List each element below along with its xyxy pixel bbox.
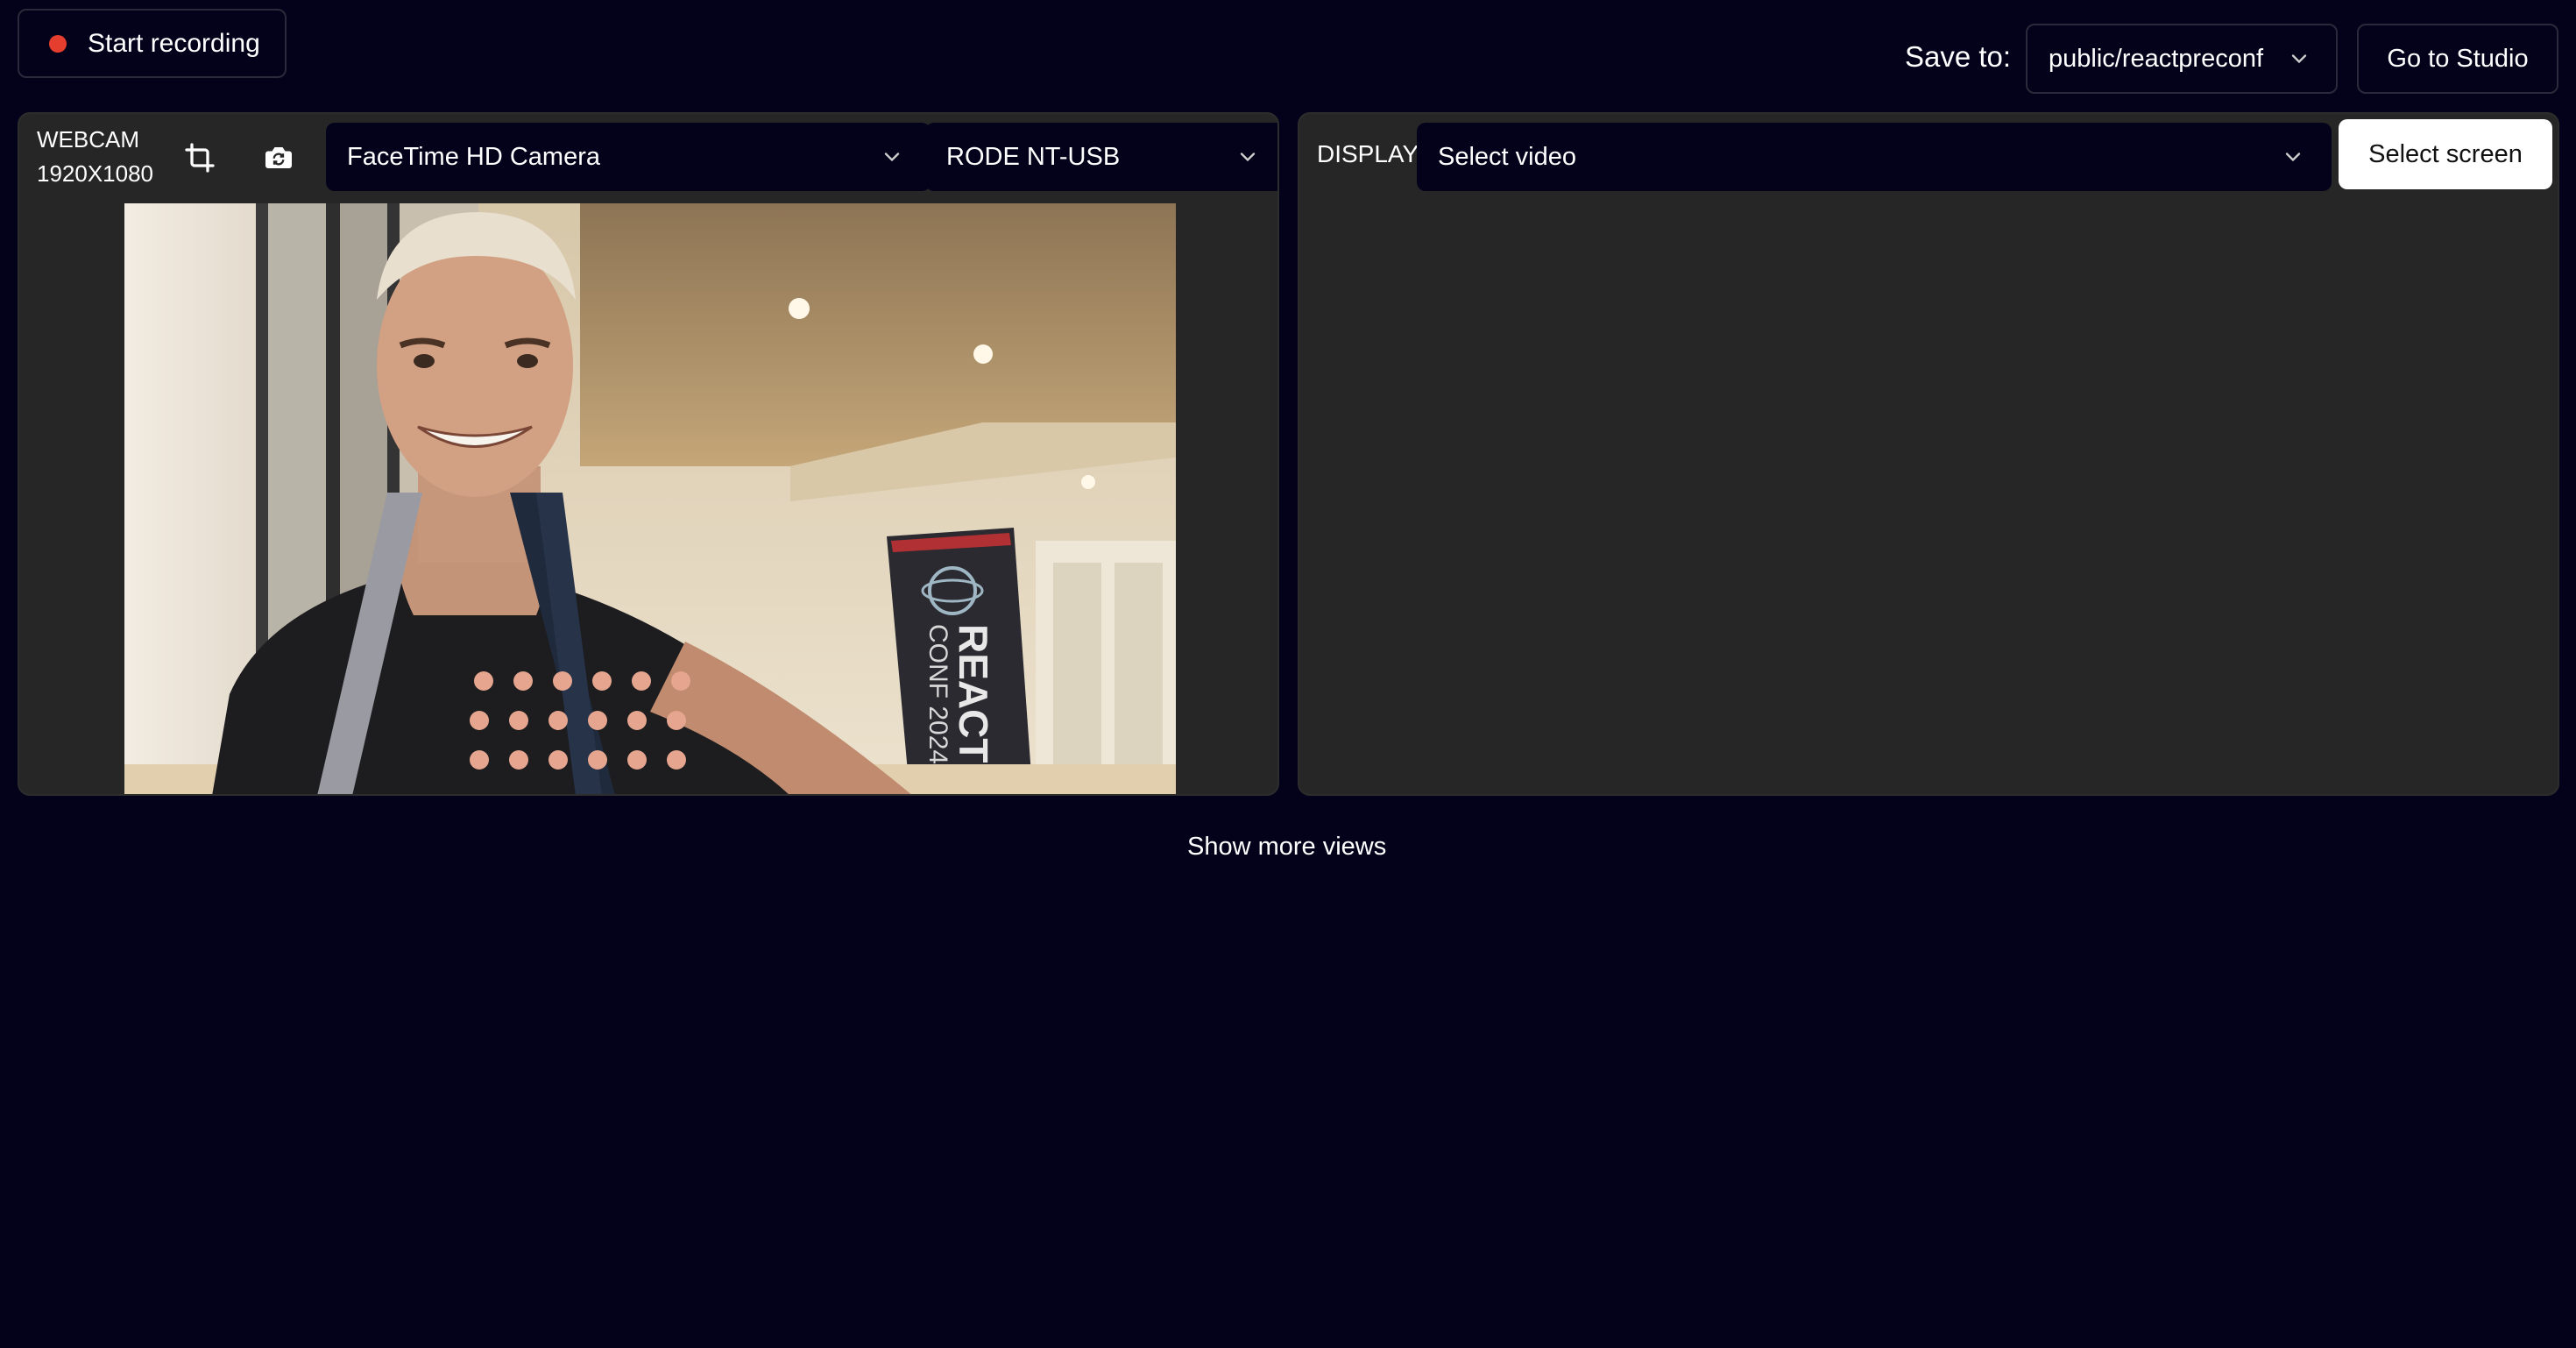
start-recording-button[interactable]: Start recording: [18, 9, 287, 78]
webcam-title: WEBCAM: [37, 126, 139, 153]
save-path-select[interactable]: public/reactpreconf: [2026, 24, 2338, 94]
display-panel: DISPLAY Select video Select screen: [1298, 112, 2559, 796]
chevron-down-icon: [2285, 153, 2301, 162]
select-screen-button[interactable]: Select screen: [2339, 119, 2552, 189]
banner-react-text: REACT: [951, 624, 996, 763]
chevron-down-icon: [2291, 54, 2307, 64]
show-more-views-button[interactable]: Show more views: [1187, 833, 1386, 862]
webcam-video-preview: REACT CONF 2024: [124, 203, 1176, 794]
camera-switch-icon: [265, 147, 292, 168]
webcam-panel: WEBCAM 1920X1080 FaceTime HD Camera RODE…: [18, 112, 1279, 796]
record-dot-icon: [49, 34, 67, 53]
chevron-down-icon: [1240, 153, 1256, 162]
banner-conf-text: CONF 2024: [924, 624, 952, 764]
camera-select[interactable]: FaceTime HD Camera: [326, 123, 931, 191]
microphone-select[interactable]: RODE NT-USB: [925, 123, 1277, 191]
go-to-studio-label: Go to Studio: [2387, 44, 2529, 73]
crop-icon: [185, 143, 215, 173]
display-title: DISPLAY: [1317, 140, 1419, 167]
chevron-down-icon: [884, 153, 900, 162]
webcam-info: WEBCAM 1920X1080: [37, 123, 153, 191]
video-select-value: Select video: [1438, 142, 1576, 171]
save-to-label: Save to:: [1905, 40, 2012, 73]
go-to-studio-button[interactable]: Go to Studio: [2357, 24, 2558, 94]
webcam-resolution: 1920X1080: [37, 160, 154, 187]
video-select[interactable]: Select video: [1417, 123, 2332, 191]
microphone-select-value: RODE NT-USB: [946, 142, 1121, 171]
save-path-value: public/reactpreconf: [2049, 44, 2264, 73]
crop-button[interactable]: [179, 137, 221, 179]
switch-camera-button[interactable]: [258, 137, 300, 179]
start-recording-label: Start recording: [88, 28, 260, 58]
webcam-frame-image: REACT CONF 2024: [124, 203, 1176, 794]
select-screen-label: Select screen: [2368, 139, 2523, 168]
camera-select-value: FaceTime HD Camera: [347, 142, 600, 171]
